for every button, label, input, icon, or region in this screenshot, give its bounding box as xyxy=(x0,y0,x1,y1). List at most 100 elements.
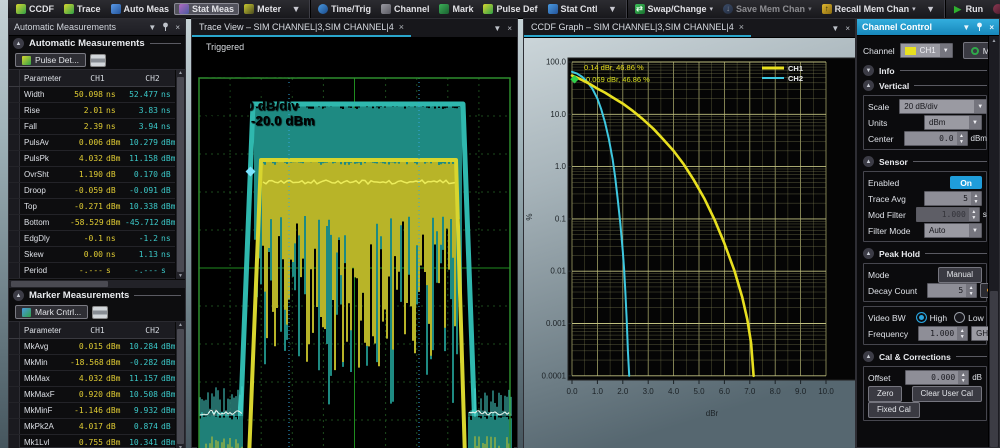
auto-meas-button[interactable]: Auto Meas xyxy=(106,3,175,15)
auto-table-vscrollbar[interactable]: ▲▼ xyxy=(175,70,185,279)
views-more-button[interactable]: ▼ xyxy=(286,3,306,15)
ch2-value: -1.2ns xyxy=(125,234,180,243)
time-trig-label: Time/Trig xyxy=(331,4,371,14)
zero-button[interactable]: Zero xyxy=(868,386,902,402)
chevron-up-icon[interactable]: ▲ xyxy=(863,248,874,259)
info-section-header[interactable]: ▼Info xyxy=(863,63,987,78)
time-trig-button[interactable]: Time/Trig xyxy=(313,3,376,15)
param-label: MkMin xyxy=(20,358,70,367)
frequency-stepper[interactable]: 1.000▲▼ xyxy=(918,326,968,341)
svg-text:10.0: 10.0 xyxy=(550,110,566,119)
stat-meas-button[interactable]: Stat Meas xyxy=(174,3,239,15)
sensor-group: EnabledOnTrace Avg5▲▼Mod Filter1.000▲▼sF… xyxy=(863,171,987,242)
chevron-up-icon[interactable]: ▲ xyxy=(863,351,874,362)
collapse-icon[interactable]: ▼ xyxy=(962,23,970,32)
pulse-det-button[interactable]: Pulse Det... xyxy=(15,53,86,67)
ccdf-graph-tab[interactable]: CCDF Graph – SIM CHANNEL|3,SIM CHANNEL|4… xyxy=(524,19,751,37)
trace-view-tab[interactable]: Trace View – SIM CHANNEL|3,SIM CHANNEL|4… xyxy=(192,19,411,37)
recall-mem-chan-button[interactable]: ↑Recall Mem Chan▾ xyxy=(817,3,921,15)
spinner-arrows-icon[interactable]: ▲▼ xyxy=(971,192,981,205)
mem-more-button[interactable]: ▼ xyxy=(921,3,941,15)
filter-mode-dropdown[interactable]: Auto▼ xyxy=(924,223,982,238)
mode-button[interactable]: Manual xyxy=(938,267,982,283)
channel-button[interactable]: Channel xyxy=(376,3,435,15)
spinner-arrows-icon[interactable]: ▲▼ xyxy=(969,208,979,221)
print-icon[interactable] xyxy=(90,54,106,67)
spinner-arrows-icon[interactable]: ▲▼ xyxy=(958,371,968,384)
close-icon[interactable]: × xyxy=(989,23,994,32)
close-icon[interactable]: × xyxy=(175,23,180,32)
tab-close-icon[interactable]: × xyxy=(739,22,744,32)
pin-icon[interactable] xyxy=(162,22,169,33)
spinner-arrows-icon[interactable]: ▲▼ xyxy=(957,132,967,145)
low-radio[interactable] xyxy=(954,312,965,323)
peak-hold-section-header[interactable]: ▲Peak Hold xyxy=(863,246,987,261)
frequency-label: Frequency xyxy=(868,329,908,339)
trace-button[interactable]: Trace xyxy=(59,3,106,15)
collapse-icon[interactable]: ▼ xyxy=(148,23,156,32)
marker-section-header[interactable]: ▲ Marker Measurements xyxy=(9,288,185,303)
spinner-arrows-icon[interactable]: ▲▼ xyxy=(957,327,967,340)
close-icon[interactable]: × xyxy=(507,24,512,33)
chevron-up-icon[interactable]: ▲ xyxy=(13,38,24,49)
auto-meas-icon xyxy=(111,4,121,14)
row-gutter xyxy=(9,419,20,434)
vertical-section-header[interactable]: ▲Vertical xyxy=(863,78,987,93)
pulse-def-button[interactable]: Pulse Def xyxy=(478,3,542,15)
units-dropdown[interactable]: dBm▼ xyxy=(924,115,982,130)
high-radio[interactable] xyxy=(916,312,927,323)
enabled-toggle[interactable]: On xyxy=(950,176,982,189)
panel-menu-icon[interactable]: ▼ xyxy=(493,24,501,33)
channel-dropdown[interactable]: CH1 ▼ xyxy=(900,43,953,58)
scale-label: Scale xyxy=(868,102,889,112)
ccdf-button[interactable]: CCDF xyxy=(11,3,59,15)
run-button[interactable]: ▶Run xyxy=(948,3,989,15)
scale-dropdown[interactable]: 20 dB/div▼ xyxy=(899,99,987,114)
pin-icon[interactable] xyxy=(976,22,983,33)
param-label: MkPk2A xyxy=(20,422,70,431)
pulse-icon xyxy=(22,56,31,65)
svg-text:7.0: 7.0 xyxy=(744,387,756,396)
stat-cntl-button[interactable]: Stat Cntl xyxy=(543,3,603,15)
chevron-up-icon[interactable]: ▲ xyxy=(13,290,24,301)
save-mem-chan-button[interactable]: ↓Save Mem Chan▾ xyxy=(718,3,817,15)
channel-control-scrollbar[interactable]: ▲ xyxy=(988,36,999,447)
offset-stepper[interactable]: 0.000▲▼ xyxy=(905,370,969,385)
chevron-up-icon[interactable]: ▲ xyxy=(863,80,874,91)
chevron-down-icon: ▼ xyxy=(969,116,981,129)
param-label: EdgDly xyxy=(20,234,70,243)
sensor-section-header[interactable]: ▲Sensor xyxy=(863,154,987,169)
table-row: OvrSht1.190dB0.170dB xyxy=(9,167,185,183)
row-gutter xyxy=(9,403,20,418)
decay-count-stepper[interactable]: 5▲▼ xyxy=(927,283,977,298)
channel-label: Channel xyxy=(863,46,895,56)
table-row: MkPk2A4.017dB0.874dB xyxy=(9,419,185,435)
chevron-down-icon[interactable]: ▼ xyxy=(863,65,874,76)
mark-button[interactable]: Mark xyxy=(434,3,478,15)
ccdf-graph-panel: CCDF Graph – SIM CHANNEL|3,SIM CHANNEL|4… xyxy=(523,18,856,448)
marker-table-vscrollbar[interactable]: ▲▼ xyxy=(175,322,185,448)
time-trig-icon xyxy=(318,4,328,14)
spinner-arrows-icon[interactable]: ▲▼ xyxy=(966,284,976,297)
mem-icon xyxy=(971,47,979,55)
center-stepper[interactable]: 0.0▲▼ xyxy=(904,131,968,146)
setup-more-button[interactable]: ▼ xyxy=(603,3,623,15)
mark-cntrl-button[interactable]: Mark Cntrl... xyxy=(15,305,88,319)
meter-button[interactable]: Meter xyxy=(239,3,286,15)
swap-change-button[interactable]: ⇄Swap/Change▾ xyxy=(630,3,719,15)
auto-section-header[interactable]: ▲ Automatic Measurements xyxy=(9,36,185,51)
stop-button[interactable]: Stop xyxy=(988,3,1000,15)
param-label: Top xyxy=(20,202,70,211)
print-icon[interactable] xyxy=(92,306,108,319)
chevron-up-icon[interactable]: ▲ xyxy=(863,156,874,167)
close-icon[interactable]: × xyxy=(845,24,850,33)
clear-user-cal-button[interactable]: Clear User Cal xyxy=(912,386,982,402)
fixed-cal-button[interactable]: Fixed Cal xyxy=(868,402,920,418)
svg-text:0.0: 0.0 xyxy=(566,387,578,396)
trace-avg-stepper[interactable]: 5▲▼ xyxy=(924,191,982,206)
auto-table-hscrollbar[interactable] xyxy=(9,279,185,288)
tab-close-icon[interactable]: × xyxy=(399,22,404,32)
cal-corrections-section-header[interactable]: ▲Cal & Corrections xyxy=(863,349,987,364)
panel-menu-icon[interactable]: ▼ xyxy=(831,24,839,33)
ch1-value: -.---s xyxy=(70,266,125,275)
